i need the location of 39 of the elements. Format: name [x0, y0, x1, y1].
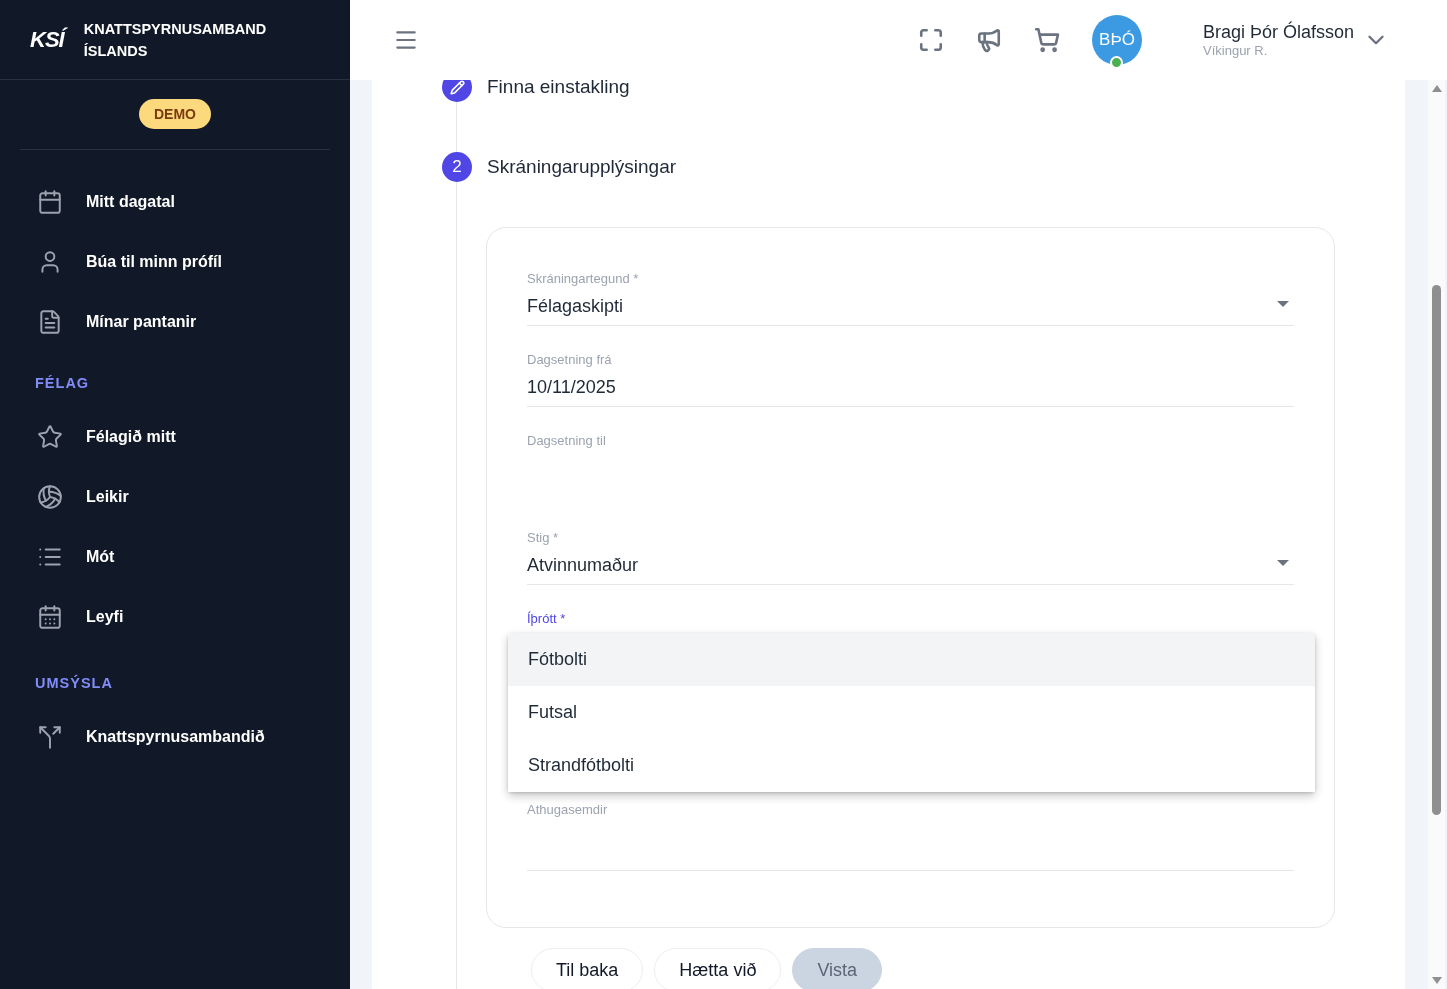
scroll-down-icon[interactable]: [1431, 977, 1442, 984]
organization-name: KNATTSPYRNUSAMBAND ÍSLANDS: [83, 19, 268, 61]
nav-item[interactable]: Mitt dagatal: [0, 172, 350, 232]
nav-icon: [37, 724, 63, 750]
section-title: UMSÝSLA: [34, 673, 114, 693]
caret-icon: [1277, 301, 1289, 307]
scrollbar[interactable]: [1428, 80, 1445, 989]
date-field[interactable]: Dagsetning frá 10/11/2025: [527, 352, 1294, 407]
nav-icon: [37, 484, 63, 510]
menu-option[interactable]: Futsal: [508, 686, 1315, 739]
action-button[interactable]: Hætta við: [654, 948, 782, 989]
nav-icon: [37, 189, 63, 215]
nav-icon: [37, 604, 63, 630]
nav-item[interactable]: Búa til minn prófíl: [0, 232, 350, 292]
megaphone-icon[interactable]: [976, 27, 1002, 53]
nav-item[interactable]: Leyfi: [0, 587, 350, 647]
nav-icon: [37, 424, 63, 450]
nav-item[interactable]: Leikir: [0, 467, 350, 527]
fullscreen-icon[interactable]: [918, 27, 944, 53]
step-title: Skráningarupplýsingar: [487, 156, 677, 178]
nav-item[interactable]: Knattspyrnusambandið: [0, 707, 350, 767]
user-club: Víkingur R.: [1203, 43, 1269, 58]
section-title: FÉLAG: [34, 374, 91, 393]
step-number: 2: [442, 152, 472, 182]
cart-icon[interactable]: [1034, 27, 1060, 53]
menu-option[interactable]: Strandfótbolti: [508, 739, 1315, 792]
select-field[interactable]: Stig * Atvinnumaður: [527, 530, 1294, 585]
demo-badge: DEMO: [139, 99, 211, 129]
step-title: Finna einstakling: [487, 80, 630, 98]
user-name: Bragi Þór Ólafsson: [1203, 22, 1356, 43]
nav-item[interactable]: Mínar pantanir: [0, 292, 350, 352]
scroll-up-icon[interactable]: [1431, 85, 1442, 92]
select-field[interactable]: Skráningartegund * Félagaskipti: [527, 271, 1294, 326]
nav-item[interactable]: Mót: [0, 527, 350, 587]
nav-icon: [37, 309, 63, 335]
action-button[interactable]: Til baka: [531, 948, 644, 989]
caret-icon: [1277, 560, 1289, 566]
menu-option[interactable]: Fótbolti: [508, 633, 1315, 686]
nav-item[interactable]: Félagið mitt: [0, 407, 350, 467]
